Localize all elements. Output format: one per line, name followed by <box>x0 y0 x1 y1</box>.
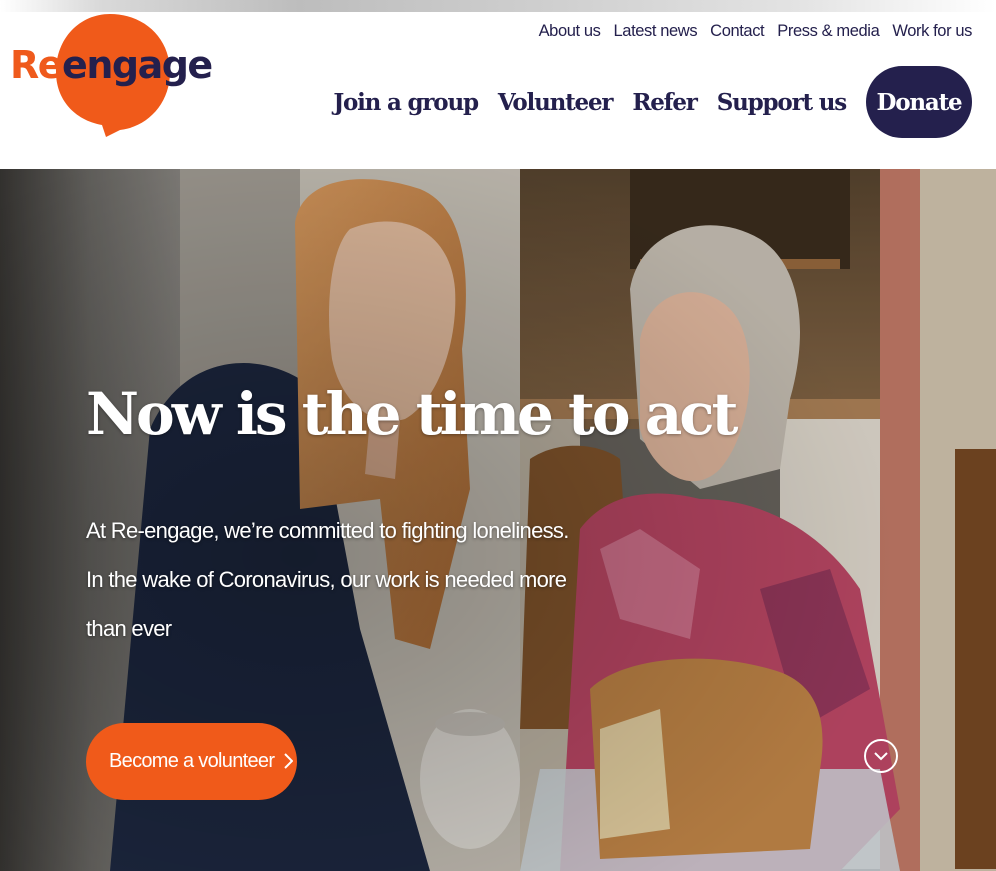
hero-banner: Now is the time to act At Re-engage, we’… <box>0 169 996 871</box>
logo-wordmark: Reengage <box>10 43 213 87</box>
top-gradient-strip <box>0 0 996 12</box>
hero-description: At Re-engage, we’re committed to fightin… <box>86 518 569 641</box>
hero-title: Now is the time to act <box>86 380 738 448</box>
donate-button[interactable]: Donate <box>866 66 972 138</box>
cta-label: Become a volunteer <box>109 750 275 772</box>
nav-contact[interactable]: Contact <box>710 22 764 41</box>
reengage-logo[interactable]: Reengage <box>10 12 213 142</box>
scroll-down-button[interactable] <box>864 739 898 773</box>
nav-join-a-group[interactable]: Join a group <box>333 89 479 116</box>
logo-text-engage: engage <box>62 43 213 87</box>
chevron-right-icon <box>284 749 294 775</box>
main-nav: Join a group Volunteer Refer Support us … <box>333 66 972 138</box>
become-a-volunteer-button[interactable]: Become a volunteer <box>86 723 297 800</box>
utility-nav: About us Latest news Contact Press & med… <box>539 22 973 41</box>
nav-work-for-us[interactable]: Work for us <box>892 22 972 41</box>
nav-about-us[interactable]: About us <box>539 22 601 41</box>
nav-latest-news[interactable]: Latest news <box>614 22 698 41</box>
logo-text-re: Re <box>10 43 64 87</box>
nav-refer[interactable]: Refer <box>632 89 698 116</box>
site-header: Reengage About us Latest news Contact Pr… <box>0 12 996 169</box>
chevron-down-icon <box>874 751 888 760</box>
nav-press-media[interactable]: Press & media <box>777 22 879 41</box>
nav-support-us[interactable]: Support us <box>717 89 847 116</box>
nav-volunteer[interactable]: Volunteer <box>498 89 614 116</box>
